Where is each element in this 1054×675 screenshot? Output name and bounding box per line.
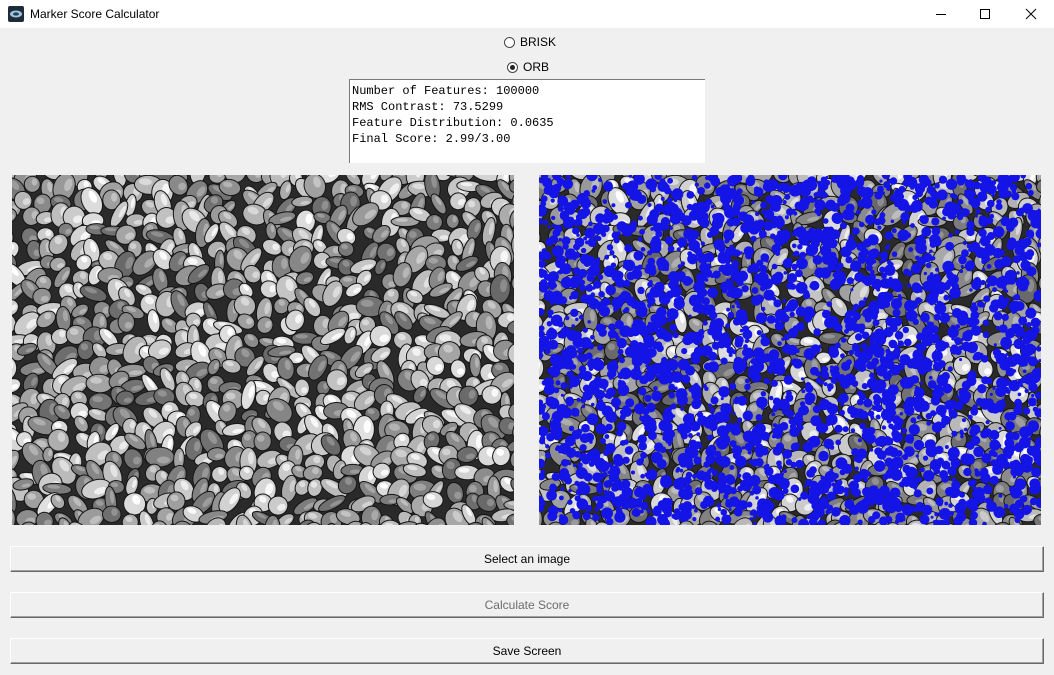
close-button[interactable] xyxy=(1008,0,1054,28)
features-line: Number of Features: 100000 xyxy=(352,84,540,98)
keypoints-image xyxy=(539,175,1041,525)
save-screen-button[interactable]: Save Screen xyxy=(10,638,1044,664)
radio-brisk[interactable]: BRISK xyxy=(504,35,556,49)
window-title: Marker Score Calculator xyxy=(30,7,160,21)
radio-orb[interactable]: ORB xyxy=(507,60,549,74)
maximize-button[interactable] xyxy=(962,0,1008,28)
final-score-line: Final Score: 2.99/3.00 xyxy=(352,132,511,146)
rms-contrast-line: RMS Contrast: 73.5299 xyxy=(352,100,504,114)
close-icon xyxy=(1025,8,1037,20)
minimize-icon xyxy=(936,14,946,15)
maximize-icon xyxy=(980,9,990,19)
minimize-button[interactable] xyxy=(918,0,964,28)
radio-button-brisk[interactable] xyxy=(504,36,515,48)
original-image xyxy=(12,175,514,525)
feature-distribution-line: Feature Distribution: 0.0635 xyxy=(352,116,554,130)
app-icon xyxy=(8,6,24,22)
results-textbox[interactable]: Number of Features: 100000 RMS Contrast: … xyxy=(349,79,705,163)
select-image-button[interactable]: Select an image xyxy=(10,546,1044,572)
radio-label-brisk: BRISK xyxy=(520,35,557,49)
title-bar: Marker Score Calculator xyxy=(0,0,1054,28)
radio-label-orb: ORB xyxy=(523,60,550,74)
radio-button-orb[interactable] xyxy=(507,61,518,73)
calculate-score-button[interactable]: Calculate Score xyxy=(10,592,1044,618)
